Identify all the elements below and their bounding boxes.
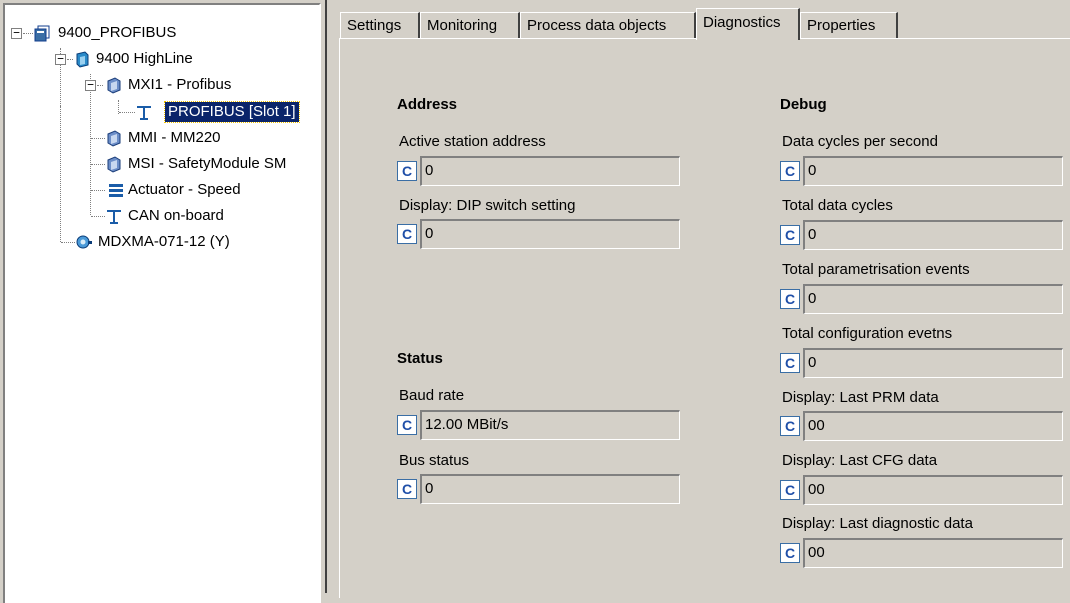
tree-item-label: MMI - MM220 [128,129,221,146]
active-station-address-label: Active station address [399,133,546,150]
actuator-icon [109,184,123,197]
last-diagnostic-data-c-button[interactable]: C [780,543,800,563]
tab-monitoring[interactable]: Monitoring [420,12,520,38]
tree-item-label: 9400 HighLine [96,50,193,67]
last-diagnostic-data-field: 00 [803,538,1063,568]
tab-process-data-objects[interactable]: Process data objects [520,12,696,38]
total-configuration-events-c-button[interactable]: C [780,353,800,373]
baud-rate-label: Baud rate [399,387,465,404]
dip-switch-field: 0 [420,219,680,249]
dip-switch-c-button[interactable]: C [397,224,417,244]
tree-connector [23,33,33,34]
tree-connector [91,138,105,139]
tree-item-actuator[interactable]: Actuator - Speed [5,179,315,201]
tree-connector [61,242,75,243]
tab-diagnostics[interactable]: Diagnostics [696,8,800,40]
motor-icon [76,235,92,249]
project-icon [34,25,50,42]
bus-status-label: Bus status [399,452,470,469]
tab-settings[interactable]: Settings [340,12,420,38]
device-icon [76,51,89,68]
total-data-cycles-label: Total data cycles [782,197,893,214]
tree-item-msi[interactable]: MSI - SafetyModule SM [5,153,315,175]
last-cfg-data-field: 00 [803,475,1063,505]
total-parametrisation-events-c-button[interactable]: C [780,289,800,309]
address-section-title: Address [397,96,458,113]
total-parametrisation-events-label: Total parametrisation events [782,261,970,278]
tree-item-project[interactable]: − 9400_PROFIBUS [5,22,315,44]
module-icon [107,130,121,147]
data-cycles-per-second-c-button[interactable]: C [780,161,800,181]
last-diagnostic-data-label: Display: Last diagnostic data [782,515,973,532]
tree-item-label: PROFIBUS [Slot 1] [164,101,300,123]
active-station-address-field: 0 [420,156,680,186]
collapse-icon[interactable]: − [11,27,22,39]
baud-rate-c-button[interactable]: C [397,415,417,435]
last-prm-data-c-button[interactable]: C [780,416,800,436]
dip-switch-label: Display: DIP switch setting [399,197,576,214]
detail-pane: Settings Monitoring Process data objects… [332,0,1070,598]
tree-item-label: CAN on-board [128,207,224,224]
tree-item-mxi1[interactable]: − MXI1 - Profibus [5,74,315,96]
bus-status-c-button[interactable]: C [397,479,417,499]
module-icon [107,156,121,173]
last-prm-data-field: 00 [803,411,1063,441]
bus-status-field: 0 [420,474,680,504]
last-prm-data-label: Display: Last PRM data [782,389,939,406]
status-section-title: Status [397,350,443,367]
tree-item-label: 9400_PROFIBUS [58,24,177,41]
tree-connector [119,112,135,113]
project-tree[interactable]: − 9400_PROFIBUS − 9400 HighLine − MXI1 -… [3,3,321,603]
tree-item-label: MDXMA-071-12 (Y) [98,233,230,250]
tree-item-label: MXI1 - Profibus [128,76,232,93]
tree-item-can[interactable]: CAN on-board [5,205,315,227]
bus-icon [137,106,151,120]
tree-item-motor[interactable]: MDXMA-071-12 (Y) [5,231,315,253]
total-data-cycles-c-button[interactable]: C [780,225,800,245]
last-cfg-data-c-button[interactable]: C [780,480,800,500]
last-cfg-data-label: Display: Last CFG data [782,452,938,469]
tree-item-mmi[interactable]: MMI - MM220 [5,127,315,149]
tree-connector [91,164,105,165]
splitter-divider [325,0,327,593]
total-configuration-events-field: 0 [803,348,1063,378]
tab-properties[interactable]: Properties [800,12,898,38]
module-icon [107,77,121,94]
total-configuration-events-label: Total configuration evetns [782,325,953,342]
tree-item-label: MSI - SafetyModule SM [128,155,287,172]
debug-section-title: Debug [780,96,827,113]
tree-connector [91,190,105,191]
collapse-icon[interactable]: − [85,79,96,91]
tree-item-label: Actuator - Speed [128,181,241,198]
baud-rate-field: 12.00 MBit/s [420,410,680,440]
tree-item-profibus-slot[interactable]: PROFIBUS [Slot 1] [5,101,315,123]
diagnostics-panel: Address Active station address C 0 Displ… [339,38,1070,598]
active-station-address-c-button[interactable]: C [397,161,417,181]
collapse-icon[interactable]: − [55,53,66,65]
tree-connector [97,85,103,86]
bus-icon [107,210,121,224]
tree-connector [91,216,105,217]
tree-item-device[interactable]: − 9400 HighLine [5,48,315,70]
total-data-cycles-field: 0 [803,220,1063,250]
data-cycles-per-second-label: Data cycles per second [782,133,938,150]
total-parametrisation-events-field: 0 [803,284,1063,314]
data-cycles-per-second-field: 0 [803,156,1063,186]
